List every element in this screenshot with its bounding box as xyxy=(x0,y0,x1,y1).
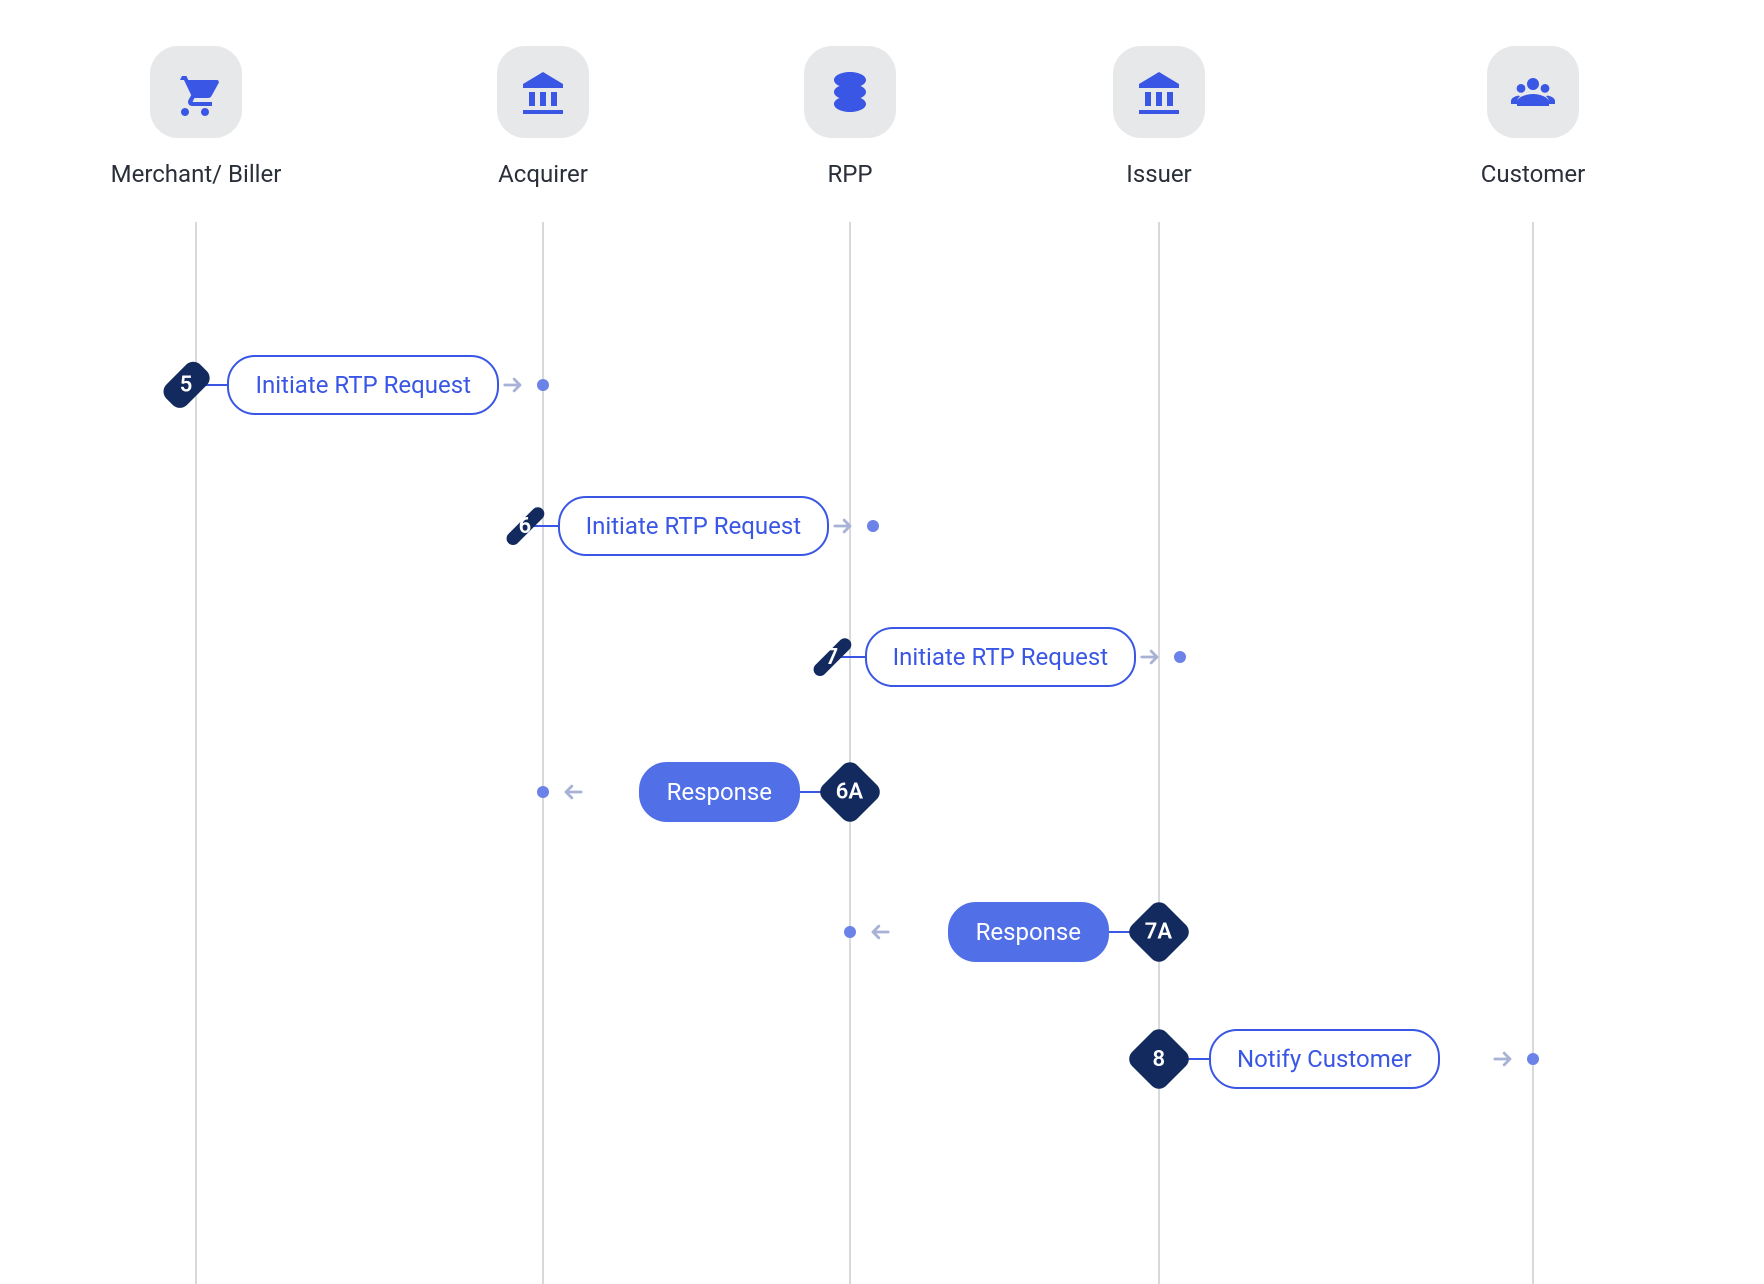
step-number-diamond: 7A xyxy=(1125,898,1193,966)
lane-merchant: Merchant/ Biller xyxy=(76,0,316,188)
cart-icon xyxy=(150,46,242,138)
lane-label: Customer xyxy=(1413,160,1653,188)
lane-label: Acquirer xyxy=(423,160,663,188)
arrow-left-icon xyxy=(866,918,894,946)
step-6A: Response6A xyxy=(537,762,874,822)
arrow-right-icon xyxy=(499,371,527,399)
lane-label: RPP xyxy=(730,160,970,188)
lane-issuer: Issuer xyxy=(1039,0,1279,188)
arrow-right-icon xyxy=(1489,1045,1517,1073)
sequence-diagram: Merchant/ Biller Acquirer RPP Issuer Custome… xyxy=(0,0,1764,1284)
arrow-right-icon xyxy=(829,512,857,540)
bank-icon xyxy=(497,46,589,138)
lifeline-issuer xyxy=(1158,222,1160,1284)
step-7: 7Initiate RTP Request xyxy=(826,627,1165,687)
lifeline-customer xyxy=(1532,222,1534,1284)
step-label-box: Response xyxy=(639,762,800,822)
endpoint-dot xyxy=(537,379,549,391)
lane-label: Issuer xyxy=(1039,160,1279,188)
lane-rpp: RPP xyxy=(730,0,970,188)
bank-icon xyxy=(1113,46,1205,138)
connector xyxy=(532,525,558,527)
lane-customer: Customer xyxy=(1413,0,1653,188)
step-7A: Response7A xyxy=(844,902,1183,962)
step-5: 5Initiate RTP Request xyxy=(172,355,549,415)
step-number-diamond: 8 xyxy=(1125,1025,1193,1093)
step-label-box: Notify Customer xyxy=(1209,1029,1440,1089)
lane-label: Merchant/ Biller xyxy=(76,160,316,188)
endpoint-dot xyxy=(1527,1053,1539,1065)
step-label-box: Initiate RTP Request xyxy=(558,496,830,556)
lifeline-rpp xyxy=(849,222,851,1284)
endpoint-dot xyxy=(1174,651,1186,663)
endpoint-dot xyxy=(844,926,856,938)
step-label-box: Initiate RTP Request xyxy=(227,355,499,415)
step-6: 6Initiate RTP Request xyxy=(519,496,856,556)
step-8: 8Notify Customer xyxy=(1135,1029,1539,1089)
lane-acquirer: Acquirer xyxy=(423,0,663,188)
step-label-box: Initiate RTP Request xyxy=(865,627,1137,687)
step-number-diamond: 5 xyxy=(159,358,214,413)
arrow-right-icon xyxy=(1136,643,1164,671)
connector xyxy=(839,656,865,658)
step-label-box: Response xyxy=(948,902,1109,962)
endpoint-dot xyxy=(867,520,879,532)
arrow-left-icon xyxy=(559,778,587,806)
step-number-diamond: 6A xyxy=(816,758,884,826)
database-icon xyxy=(804,46,896,138)
endpoint-dot xyxy=(537,786,549,798)
people-icon xyxy=(1487,46,1579,138)
